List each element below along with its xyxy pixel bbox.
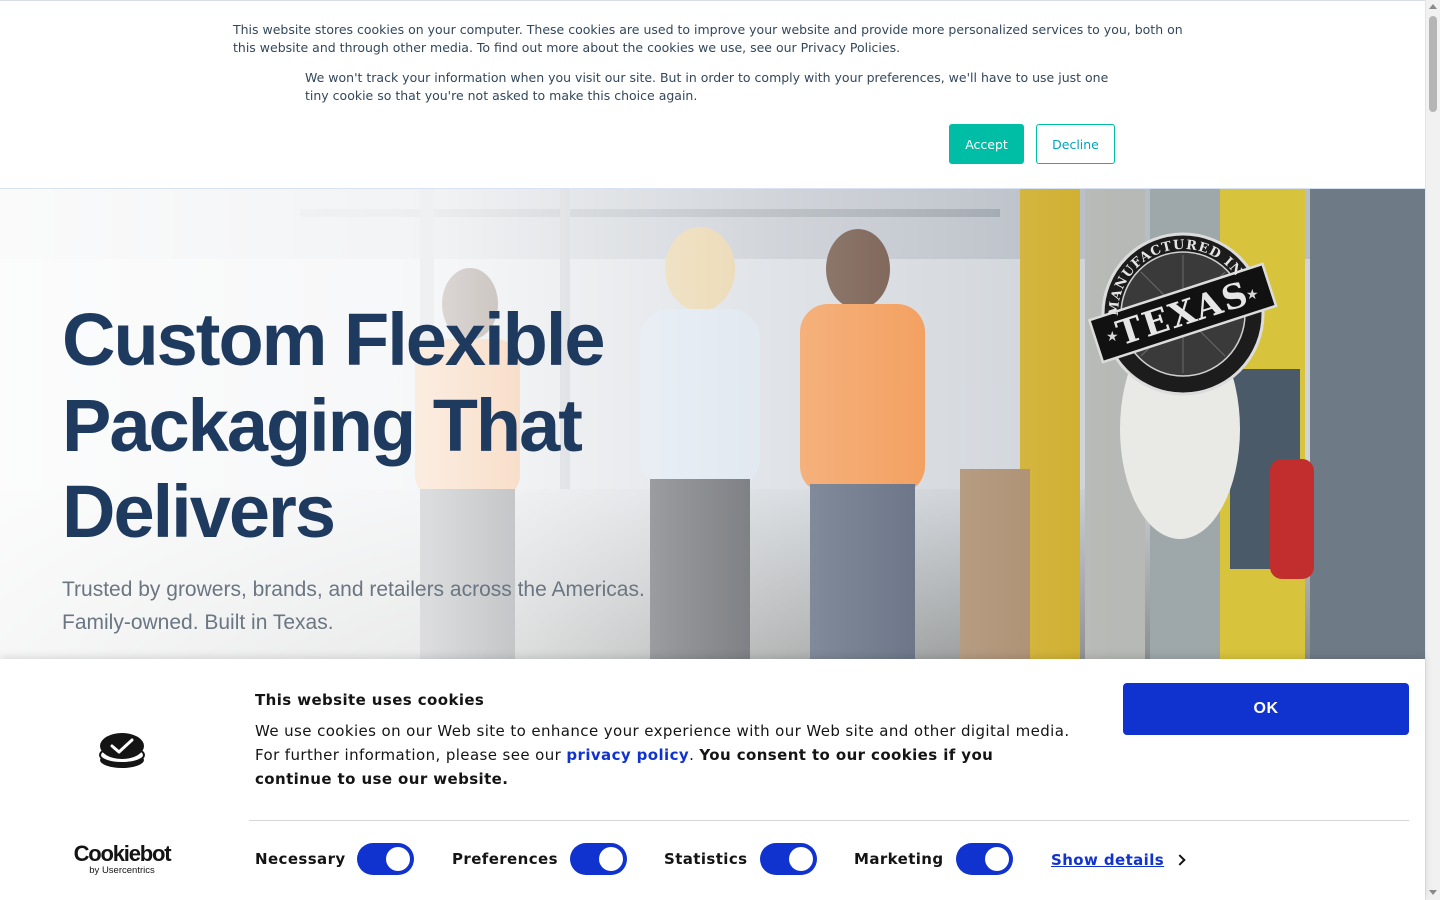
cookiebot-logo-text: Cookiebot xyxy=(73,841,172,866)
preferences-toggle[interactable] xyxy=(570,843,627,875)
scroll-up-arrow-icon[interactable] xyxy=(1429,4,1437,9)
toggle-knob xyxy=(789,847,813,871)
necessary-label: Necessary xyxy=(255,850,346,868)
manufactured-in-texas-seal: TEXAS MANUFACTURED IN ★ ★ xyxy=(1088,231,1278,396)
cookie-notice-text: This website stores cookies on your comp… xyxy=(233,22,1183,55)
toggle-knob xyxy=(985,847,1009,871)
marketing-toggle[interactable] xyxy=(956,843,1013,875)
page-scrollbar[interactable] xyxy=(1425,0,1440,900)
toggle-knob xyxy=(599,847,623,871)
marketing-label: Marketing xyxy=(854,850,944,868)
statistics-toggle[interactable] xyxy=(760,843,817,875)
ok-button[interactable]: OK xyxy=(1123,683,1409,735)
hero-subtitle-line-2: Family-owned. Built in Texas. xyxy=(62,611,334,634)
necessary-toggle[interactable] xyxy=(357,843,414,875)
chevron-right-icon[interactable] xyxy=(1174,854,1186,866)
cookiebot-logo-subtext: by Usercentrics xyxy=(89,865,155,876)
scrollbar-thumb[interactable] xyxy=(1429,16,1437,112)
hero-subtitle-line-1: Trusted by growers, brands, and retailer… xyxy=(62,578,645,601)
decline-button[interactable]: Decline xyxy=(1036,124,1115,164)
statistics-label: Statistics xyxy=(664,850,748,868)
show-details-link[interactable]: Show details xyxy=(1051,851,1164,869)
svg-text:★: ★ xyxy=(1106,329,1119,345)
hero-section: TEXAS MANUFACTURED IN ★ ★ Custom Flexibl… xyxy=(0,189,1425,659)
top-cookie-banner: This website stores cookies on your comp… xyxy=(0,0,1425,189)
accept-button[interactable]: Accept xyxy=(949,124,1024,164)
scroll-down-arrow-icon[interactable] xyxy=(1429,890,1437,895)
divider xyxy=(249,820,1409,821)
preferences-label: Preferences xyxy=(452,850,558,868)
hero-subtitle: Trusted by growers, brands, and retailer… xyxy=(62,573,782,639)
toggle-knob xyxy=(386,847,410,871)
cookie-dialog-title: This website uses cookies xyxy=(255,691,485,709)
cookie-tracking-text: We won't track your information when you… xyxy=(305,70,1109,103)
cookie-body-separator: . xyxy=(689,746,700,764)
cookie-dialog-body: We use cookies on our Web site to enhanc… xyxy=(255,719,1075,791)
privacy-policy-link[interactable]: privacy policy xyxy=(566,746,689,764)
hero-title: Custom Flexible Packaging That Delivers xyxy=(62,298,606,553)
cookiebot-banner: Cookiebot by Usercentrics This website u… xyxy=(0,659,1425,900)
cookiebot-logo-icon xyxy=(99,733,145,768)
svg-text:★: ★ xyxy=(1246,287,1259,303)
